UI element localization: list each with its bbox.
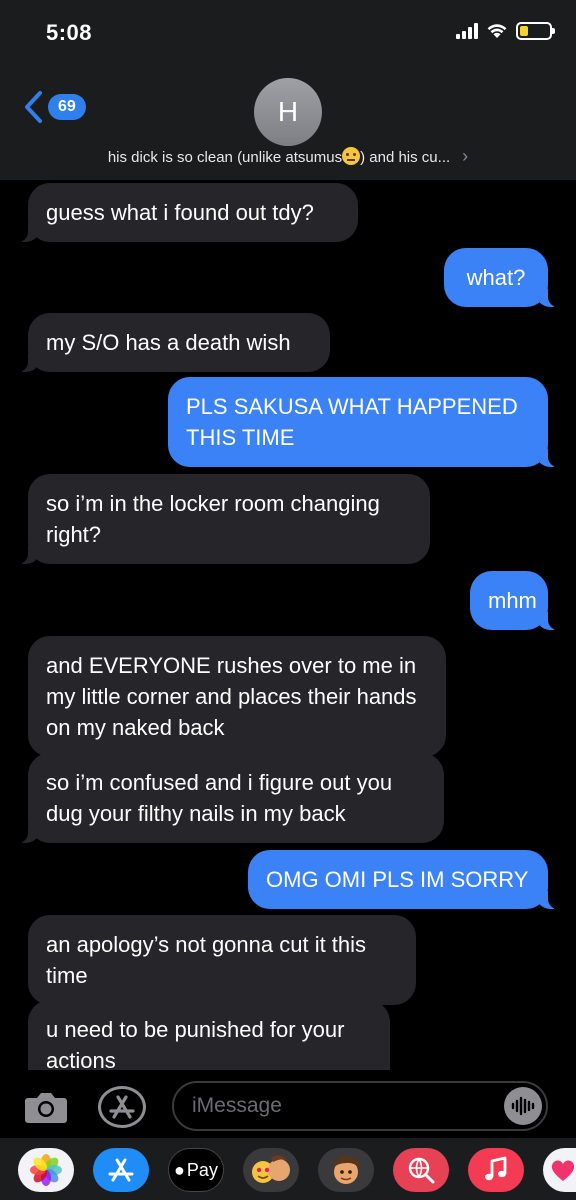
wifi-icon: [487, 24, 507, 38]
incoming-message[interactable]: guess what i found out tdy?: [16, 183, 358, 242]
music-icon: [485, 1156, 507, 1181]
message-text: an apology’s not gonna cut it this time: [46, 932, 367, 988]
message-text: so i’m confused and i figure out you dug…: [46, 770, 393, 826]
status-icons: [456, 22, 555, 40]
photos-icon: [30, 1154, 62, 1186]
audio-message-button[interactable]: [504, 1087, 542, 1125]
digital-touch-app-button[interactable]: [543, 1148, 576, 1192]
incoming-message[interactable]: an apology’s not gonna cut it this time: [28, 915, 416, 1005]
neutral-face-emoji-icon: [342, 147, 361, 165]
incoming-message[interactable]: so i’m confused and i figure out you dug…: [16, 753, 444, 843]
message-text: mhm: [488, 588, 537, 613]
incoming-message[interactable]: u need to be punished for your actions: [28, 1000, 390, 1070]
incoming-message[interactable]: so i’m in the locker room changing right…: [16, 474, 430, 564]
contact-name-text-end: ) and his cu...: [360, 149, 451, 166]
chevron-left-icon: [25, 91, 42, 123]
message-text: my S/O has a death wish: [46, 330, 291, 355]
app-store-icon: [108, 1158, 134, 1182]
outgoing-message[interactable]: OMG OMI PLS IM SORRY: [248, 850, 560, 909]
app-drawer: ● Pay: [0, 1138, 576, 1200]
app-store-icon: [109, 1095, 135, 1119]
memoji-app-button[interactable]: [318, 1148, 374, 1192]
message-text: guess what i found out tdy?: [46, 200, 314, 225]
battery-icon: [516, 22, 555, 40]
photos-app-button[interactable]: [18, 1148, 74, 1192]
outgoing-message[interactable]: what?: [444, 248, 560, 307]
message-text: and EVERYONE rushes over to me in my lit…: [46, 653, 417, 740]
memoji-stickers-app-button[interactable]: [243, 1148, 299, 1192]
digital-touch-icon: [551, 1160, 575, 1181]
avatar-initial: H: [277, 96, 299, 127]
conversation-header: 5:08 69 H his dick is so clean (unlike a…: [0, 0, 576, 180]
music-app-button[interactable]: [468, 1148, 524, 1192]
message-text: what?: [466, 265, 526, 290]
message-text: PLS SAKUSA WHAT HAPPENED THIS TIME: [186, 394, 518, 450]
contact-avatar[interactable]: H: [254, 78, 322, 146]
apple-pay-app-button[interactable]: ● Pay: [168, 1148, 224, 1192]
camera-icon[interactable]: [24, 1090, 68, 1124]
message-text: u need to be punished for your actions: [46, 1017, 345, 1070]
chevron-right-icon: ›: [462, 146, 469, 166]
composer-bar: [0, 1070, 576, 1138]
apple-pay-label: Pay: [186, 1159, 218, 1180]
imessage-input[interactable]: [172, 1081, 548, 1131]
memoji-stickers-icon: [252, 1155, 290, 1183]
apple-logo-icon: ●: [174, 1159, 185, 1180]
app-store-app-button[interactable]: [93, 1148, 149, 1192]
incoming-message[interactable]: and EVERYONE rushes over to me in my lit…: [28, 636, 446, 757]
status-time: 5:08: [46, 20, 93, 45]
outgoing-message[interactable]: PLS SAKUSA WHAT HAPPENED THIS TIME: [168, 377, 560, 467]
contact-name[interactable]: his dick is so clean (unlike atsumus ) an…: [0, 146, 576, 167]
waveform-icon: [511, 1096, 535, 1116]
message-text: so i’m in the locker room changing right…: [46, 491, 380, 547]
message-text: OMG OMI PLS IM SORRY: [266, 867, 529, 892]
incoming-message[interactable]: my S/O has a death wish: [16, 313, 330, 372]
web-images-app-button[interactable]: [393, 1148, 449, 1192]
cellular-signal-icon: [456, 23, 478, 39]
back-button[interactable]: 69: [22, 90, 86, 124]
message-thread[interactable]: guess what i found out tdy? what? my S/O…: [0, 180, 576, 1070]
memoji-icon: [333, 1156, 360, 1184]
unread-count-badge: 69: [48, 94, 86, 120]
web-images-icon: [408, 1157, 435, 1184]
app-store-button[interactable]: [98, 1086, 146, 1128]
outgoing-message[interactable]: mhm: [470, 571, 560, 630]
contact-name-text-start: his dick is so clean (unlike atsumus: [107, 149, 343, 166]
